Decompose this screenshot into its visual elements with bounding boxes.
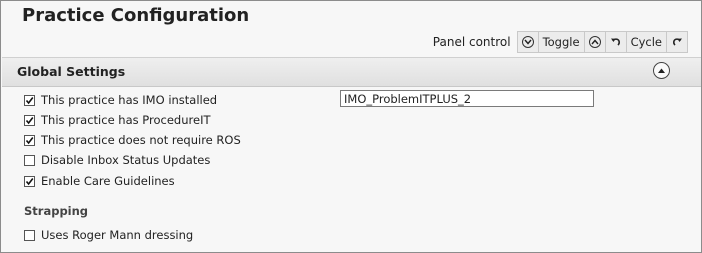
panel-control: Panel control Toggle Cycle xyxy=(433,31,688,53)
checkbox-care-guidelines[interactable] xyxy=(24,175,35,187)
cycle-button[interactable]: Cycle xyxy=(627,32,667,52)
checkbox-no-ros[interactable] xyxy=(24,134,35,146)
option-label: This practice has IMO installed xyxy=(41,93,218,107)
expand-all-button[interactable] xyxy=(518,32,539,52)
collapse-all-button[interactable] xyxy=(585,32,606,52)
chevron-down-icon xyxy=(521,36,534,48)
undo-arrow-icon xyxy=(610,38,620,46)
panel-control-bar: Toggle Cycle xyxy=(516,31,688,53)
option-label: This practice has ProcedureIT xyxy=(41,113,211,127)
configuration-panel: Practice Configuration Panel control Tog… xyxy=(0,0,702,253)
redo-arrow-icon xyxy=(673,38,682,46)
cycle-back-button[interactable] xyxy=(606,32,627,52)
global-settings-header[interactable]: Global Settings xyxy=(2,57,701,87)
checkbox-disable-inbox-status[interactable] xyxy=(24,154,35,166)
checkbox-imo-installed[interactable] xyxy=(24,94,35,106)
option-label: Uses Roger Mann dressing xyxy=(41,228,194,242)
option-roger-mann-dressing[interactable]: Uses Roger Mann dressing xyxy=(24,228,193,242)
option-care-guidelines[interactable]: Enable Care Guidelines xyxy=(24,174,175,188)
chevron-up-icon xyxy=(588,36,601,48)
imo-database-input[interactable] xyxy=(340,90,594,107)
panel-control-label: Panel control xyxy=(432,35,511,49)
option-label: This practice does not require ROS xyxy=(41,133,241,147)
toggle-button[interactable]: Toggle xyxy=(539,32,585,52)
strapping-heading: Strapping xyxy=(24,204,89,218)
option-label: Disable Inbox Status Updates xyxy=(41,153,211,167)
checkbox-procedureit[interactable] xyxy=(24,114,35,126)
cycle-forward-button[interactable] xyxy=(667,32,687,52)
chevron-up-icon xyxy=(658,68,665,73)
checkbox-roger-mann-dressing[interactable] xyxy=(24,229,35,241)
option-disable-inbox-status[interactable]: Disable Inbox Status Updates xyxy=(24,153,210,167)
option-no-ros[interactable]: This practice does not require ROS xyxy=(24,133,241,147)
option-imo-installed[interactable]: This practice has IMO installed xyxy=(24,93,217,107)
page-title: Practice Configuration xyxy=(22,5,250,26)
collapse-section-button[interactable] xyxy=(653,62,670,79)
option-procedureit[interactable]: This practice has ProcedureIT xyxy=(24,113,211,127)
global-settings-title: Global Settings xyxy=(17,64,126,79)
option-label: Enable Care Guidelines xyxy=(41,174,175,188)
